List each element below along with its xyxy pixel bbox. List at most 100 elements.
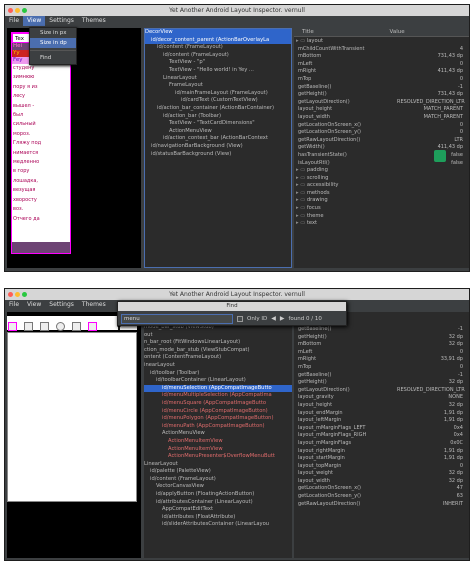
menu-size-dp[interactable]: Size in dp — [30, 38, 76, 48]
property-row[interactable]: mTop 0 — [294, 364, 469, 372]
property-row[interactable]: layout_width 32 dp — [294, 478, 469, 486]
tree-node[interactable]: ActionMenuView — [145, 128, 291, 136]
property-row[interactable]: getHeight() 32 dp — [294, 334, 469, 342]
property-row[interactable]: getBaseline() -1 — [294, 326, 469, 334]
tree-node[interactable]: VectorCanvasView — [144, 483, 292, 491]
property-group[interactable]: accessibility — [294, 182, 469, 190]
tree-node[interactable]: id/navigationBarBackground (View) — [145, 143, 291, 151]
property-group[interactable]: text — [294, 220, 469, 228]
tree-root-decorview[interactable]: DecorView — [145, 29, 291, 37]
menu-file[interactable]: File — [5, 300, 23, 310]
property-row[interactable]: layout_endMargin 1,91 dp — [294, 410, 469, 418]
property-row[interactable]: mRight 411,43 dp — [294, 68, 469, 76]
tree-node[interactable]: id/menuSquare (AppCompatImageButto — [144, 400, 292, 408]
minimize-window-icon[interactable] — [15, 8, 20, 13]
tree-node[interactable]: ontent (ContentFrameLayout) — [144, 354, 292, 362]
find-input[interactable] — [121, 313, 233, 324]
tree-node[interactable]: ActionMenuPresenter$OverflowMenuButt — [144, 453, 292, 461]
selection-tool-icon[interactable] — [8, 322, 17, 331]
menu-find[interactable]: Find — [30, 53, 76, 63]
maximize-window-icon[interactable] — [22, 8, 27, 13]
property-row[interactable]: layout_width MATCH_PARENT — [294, 114, 469, 122]
property-row[interactable]: layout_weight 32 dp — [294, 470, 469, 478]
tree-node[interactable]: id/mainFrameLayout (FrameLayout) — [145, 90, 291, 98]
property-group[interactable]: focus — [294, 205, 469, 213]
tree-node[interactable]: id/menuPath (AppCompatImageButton) — [144, 423, 292, 431]
tree-node[interactable]: ActionMenuView — [144, 430, 292, 438]
property-row[interactable]: layout_leftMargin 1,91 dp — [294, 417, 469, 425]
tree-node[interactable]: AppCompatEditText — [144, 506, 292, 514]
square-tool-icon[interactable] — [40, 322, 50, 331]
tree-node[interactable]: FrameLayout — [145, 82, 291, 90]
menu-file[interactable]: File — [5, 16, 23, 26]
property-row[interactable]: getLocationOnScreen_y() 0 — [294, 129, 469, 137]
property-row[interactable]: mBottom 32 dp — [294, 341, 469, 349]
property-group[interactable]: methods — [294, 190, 469, 198]
tree-node[interactable]: TextView - "TextCardDimensions" — [145, 120, 291, 128]
property-row[interactable]: layout_mMarginFlags 0x0C — [294, 440, 469, 448]
tree-node[interactable]: id/action_bar (Toolbar) — [145, 113, 291, 121]
property-row[interactable]: mRight 33,91 dp — [294, 356, 469, 364]
tree-node[interactable]: id/attributes (FloatAttribute) — [144, 514, 292, 522]
tree-node[interactable]: id/action_bar_container (ActionBarContai… — [145, 105, 291, 113]
maximize-window-icon[interactable] — [22, 292, 27, 297]
property-row[interactable]: getLayoutDirection() RESOLVED_DIRECTION_L… — [294, 99, 469, 107]
preview-screen[interactable]: Tex Hei Yy Fey студену зимнюю пору я из лес… — [11, 32, 71, 254]
property-row[interactable]: getHeight() 32 dp — [294, 379, 469, 387]
menu-settings[interactable]: Settings — [45, 300, 78, 310]
menu-view[interactable]: View — [23, 16, 46, 26]
property-row[interactable]: getLayoutDirection() RESOLVED_DIRECTION_L… — [294, 387, 469, 395]
tree-node[interactable]: n_bar_root (FitWindowsLinearLayout) — [144, 339, 292, 347]
tree-node[interactable]: TextView - "p" — [145, 59, 291, 67]
property-row[interactable]: layout_mMarginFlags_RIGH 0x4 — [294, 432, 469, 440]
tree-node[interactable]: inearLayout — [144, 362, 292, 370]
tree-node[interactable]: id/palette (PaletteView) — [144, 468, 292, 476]
property-row[interactable]: getLocationOnScreen_y() 63 — [294, 493, 469, 501]
menu-settings[interactable]: Settings — [45, 16, 78, 26]
property-row[interactable]: getLocationOnScreen_x() 47 — [294, 485, 469, 493]
close-window-icon[interactable] — [8, 8, 13, 13]
tree-node[interactable]: id/menuCircle (AppCompatImageButton) — [144, 408, 292, 416]
tree-node[interactable]: TextView - "Hello world! in Yey ... — [145, 67, 291, 75]
tree-node[interactable]: out — [144, 332, 292, 340]
group-layout[interactable]: layout — [294, 38, 469, 46]
preview-card-text[interactable]: студену зимнюю пору я из лесу вышел - был силь… — [12, 64, 70, 242]
property-row[interactable]: getHeight() 731,43 dp — [294, 91, 469, 99]
circle-tool-icon[interactable] — [56, 322, 66, 331]
property-row[interactable]: layout_height 32 dp — [294, 402, 469, 410]
minimize-window-icon[interactable] — [15, 292, 20, 297]
tree-node[interactable]: id/toolbar (Toolbar) — [144, 370, 292, 378]
menu-view[interactable]: View — [23, 300, 45, 310]
tree-node[interactable]: id/content (FrameLayout) — [144, 476, 292, 484]
tree-node[interactable]: id/cardText (CustomTextView) — [145, 97, 291, 105]
multi-select-tool-icon[interactable] — [24, 322, 34, 331]
tree-node[interactable]: id/menuSelection (AppCompatImageButto — [144, 384, 292, 393]
property-row[interactable]: mChildCountWithTransient 4 — [294, 46, 469, 54]
tree-node[interactable]: id/content (FrameLayout) — [145, 44, 291, 52]
property-row[interactable]: mLeft 0 — [294, 349, 469, 357]
property-row[interactable]: layout_startMargin 1,91 dp — [294, 455, 469, 463]
property-row[interactable]: layout_height MATCH_PARENT — [294, 106, 469, 114]
tree-node[interactable]: ActionMenuItemView — [144, 438, 292, 446]
tree-node[interactable]: id/applyButton (FloatingActionButton) — [144, 491, 292, 499]
property-row[interactable]: mLeft 0 — [294, 61, 469, 69]
property-group[interactable]: drawing — [294, 197, 469, 205]
menu-themes[interactable]: Themes — [78, 300, 110, 310]
tree-node[interactable]: LinearLayout — [144, 461, 292, 469]
path-tool-icon[interactable] — [88, 322, 98, 331]
vector-canvas[interactable] — [7, 332, 137, 502]
menu-themes[interactable]: Themes — [78, 16, 110, 26]
property-row[interactable]: getLocationOnScreen_x() 0 — [294, 122, 469, 130]
property-row[interactable]: getRawLayoutDirection() INHERIT — [294, 501, 469, 509]
property-group[interactable]: padding — [294, 167, 469, 175]
tree-node[interactable]: id/decor_content_parent (ActionBarOverla… — [145, 36, 291, 45]
menu-size-px[interactable]: Size in px — [30, 28, 76, 38]
property-row[interactable]: getRawLayoutDirection() LTR — [294, 137, 469, 145]
tree-node[interactable]: ActionMenuItemView — [144, 446, 292, 454]
only-id-checkbox[interactable] — [237, 315, 243, 322]
tree-node[interactable]: id/attributesContainer (LinearLayout) — [144, 499, 292, 507]
tree-node[interactable]: id/menuPolygon (AppCompatImageButton) — [144, 415, 292, 423]
tree-node[interactable]: id/toolbarContainer (LinearLayout) — [144, 377, 292, 385]
property-group[interactable]: theme — [294, 213, 469, 221]
tree-node[interactable]: id/sliderAttributesContainer (LinearLayo… — [144, 521, 292, 529]
